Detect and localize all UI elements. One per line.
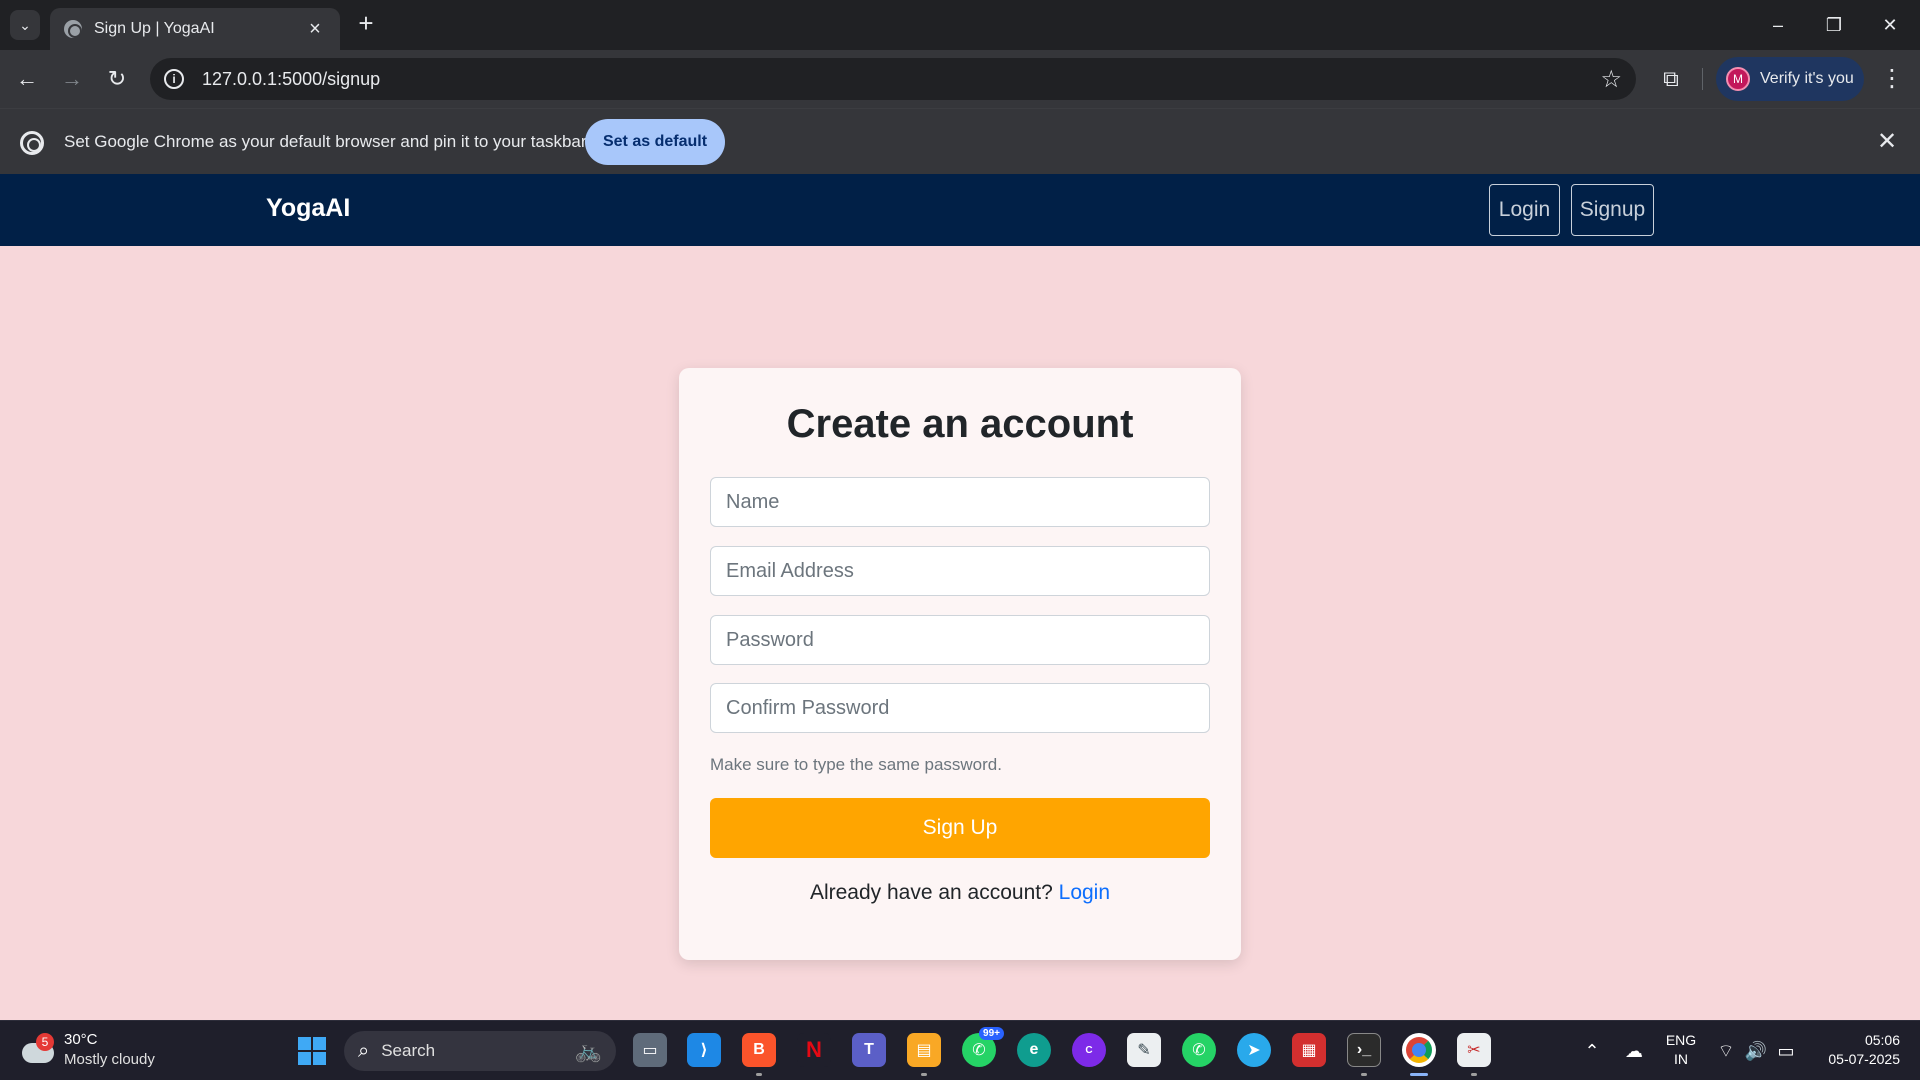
clock-time: 05:06	[1864, 1032, 1900, 1048]
login-link[interactable]: Login	[1059, 881, 1110, 904]
whatsapp-business-icon[interactable]: ✆ 99+	[962, 1027, 1004, 1067]
windows-taskbar: 5 30°C Mostly cloudy ⌕ Search 🚲 ▭ ⟩ B N …	[0, 1020, 1920, 1080]
snipping-running-indicator	[1471, 1073, 1477, 1076]
site-brand[interactable]: YogaAI	[266, 194, 350, 223]
weather-description[interactable]: Mostly cloudy	[64, 1051, 155, 1068]
minimize-icon[interactable]: –	[1758, 10, 1798, 40]
page-title: Create an account	[786, 402, 1134, 446]
region-code: IN	[1674, 1051, 1688, 1067]
chrome-active-indicator	[1410, 1073, 1428, 1076]
browser-menu-icon[interactable]: ⋮	[1880, 64, 1904, 94]
terminal-running-indicator	[1361, 1073, 1367, 1076]
terminal-icon[interactable]: ›_	[1347, 1033, 1381, 1067]
vscode-icon[interactable]: ⟩	[687, 1033, 721, 1067]
search-icon: ⌕	[358, 1039, 370, 1062]
profile-verify-label: Verify it's you	[1760, 70, 1854, 87]
document-app-icon[interactable]: ✎	[1127, 1033, 1161, 1067]
extensions-icon[interactable]: ⧉	[1656, 64, 1686, 94]
weather-cloud-icon[interactable]: 5	[22, 1033, 54, 1067]
email-field[interactable]	[710, 546, 1210, 596]
close-window-icon[interactable]: ✕	[1870, 10, 1910, 40]
profile-verify-button[interactable]: M Verify it's you	[1716, 57, 1864, 101]
password-field[interactable]	[710, 615, 1210, 665]
edge-icon[interactable]: e	[1017, 1033, 1051, 1067]
nav-signup-button[interactable]: Signup	[1571, 184, 1654, 236]
wifi-icon[interactable]: ⌔	[1714, 1039, 1738, 1063]
restore-icon[interactable]: ❐	[1814, 10, 1854, 40]
battery-icon[interactable]: ▭	[1774, 1039, 1798, 1063]
teams-icon[interactable]: T	[852, 1033, 886, 1067]
new-tab-icon[interactable]: +	[352, 10, 380, 38]
sign-up-button[interactable]: Sign Up	[710, 798, 1210, 858]
volume-icon[interactable]: 🔊	[1744, 1039, 1768, 1063]
language-code: ENG	[1665, 1032, 1697, 1048]
task-view-icon[interactable]: ▭	[633, 1033, 667, 1067]
windows-start-icon[interactable]	[298, 1037, 326, 1065]
infobar-close-icon[interactable]: ✕	[1874, 127, 1900, 157]
weather-temperature[interactable]: 30°C	[64, 1031, 98, 1048]
search-label: Search	[381, 1041, 436, 1060]
notification-badge: 99+	[979, 1027, 1004, 1040]
browser-tab[interactable]: Sign Up | YogaAI ×	[50, 8, 340, 50]
onedrive-off-icon[interactable]: ☁	[1620, 1039, 1648, 1063]
forward-icon[interactable]: →	[57, 64, 87, 94]
telegram-icon[interactable]: ➤	[1237, 1033, 1271, 1067]
login-prompt-row: Already have an account? Login	[679, 881, 1241, 905]
address-bar[interactable]: i 127.0.0.1:5000/signup ☆	[150, 58, 1636, 100]
globe-icon	[64, 20, 82, 38]
tab-search-chevron-icon[interactable]: ⌄	[10, 10, 40, 40]
infobar-message: Set Google Chrome as your default browse…	[64, 132, 587, 151]
confirm-password-field[interactable]	[710, 683, 1210, 733]
tab-title: Sign Up | YogaAI	[94, 20, 215, 37]
reload-icon[interactable]: ↻	[102, 64, 132, 94]
password-help-text: Make sure to type the same password.	[710, 755, 1002, 774]
toolbar-divider	[1702, 68, 1703, 90]
office-icon[interactable]: ▦	[1292, 1033, 1326, 1067]
system-clock[interactable]: 05:06 05-07-2025	[1810, 1031, 1900, 1069]
canva-icon[interactable]: C	[1072, 1033, 1106, 1067]
close-tab-icon[interactable]: ×	[304, 18, 326, 41]
explorer-running-indicator	[921, 1073, 927, 1076]
site-navbar: YogaAI Login Signup	[0, 174, 1920, 246]
whatsapp-icon[interactable]: ✆	[1182, 1033, 1216, 1067]
chrome-taskbar-icon[interactable]	[1402, 1033, 1436, 1067]
brave-running-indicator	[756, 1073, 762, 1076]
avatar: M	[1726, 67, 1750, 91]
url-text[interactable]: 127.0.0.1:5000/signup	[202, 69, 1600, 90]
browser-tab-bar: ⌄ Sign Up | YogaAI × + – ❐ ✕	[0, 0, 1920, 50]
bicycle-icon: 🚲	[574, 1038, 602, 1063]
clock-date: 05-07-2025	[1828, 1051, 1900, 1067]
default-browser-infobar: Set Google Chrome as your default browse…	[0, 108, 1920, 174]
show-hidden-icons-chevron-icon[interactable]: ⌃	[1580, 1039, 1604, 1063]
taskbar-search[interactable]: ⌕ Search 🚲	[344, 1031, 616, 1071]
brave-icon[interactable]: B	[742, 1033, 776, 1067]
chrome-icon	[20, 131, 44, 155]
set-default-button[interactable]: Set as default	[585, 119, 725, 165]
signup-card: Create an account Make sure to type the …	[679, 368, 1241, 960]
name-field[interactable]	[710, 477, 1210, 527]
site-info-icon[interactable]: i	[164, 69, 184, 89]
login-prompt-text: Already have an account?	[809, 881, 1053, 904]
weather-badge: 5	[36, 1033, 54, 1051]
language-indicator[interactable]: ENG IN	[1664, 1031, 1698, 1069]
nav-login-button[interactable]: Login	[1489, 184, 1560, 236]
snipping-tool-icon[interactable]: ✂	[1457, 1033, 1491, 1067]
browser-toolbar: ← → ↻ i 127.0.0.1:5000/signup ☆ ⧉ M Veri…	[0, 50, 1920, 108]
file-explorer-icon[interactable]: ▤	[907, 1033, 941, 1067]
bookmark-star-icon[interactable]: ☆	[1600, 65, 1622, 94]
back-icon[interactable]: ←	[12, 64, 42, 94]
netflix-icon[interactable]: N	[797, 1033, 831, 1067]
